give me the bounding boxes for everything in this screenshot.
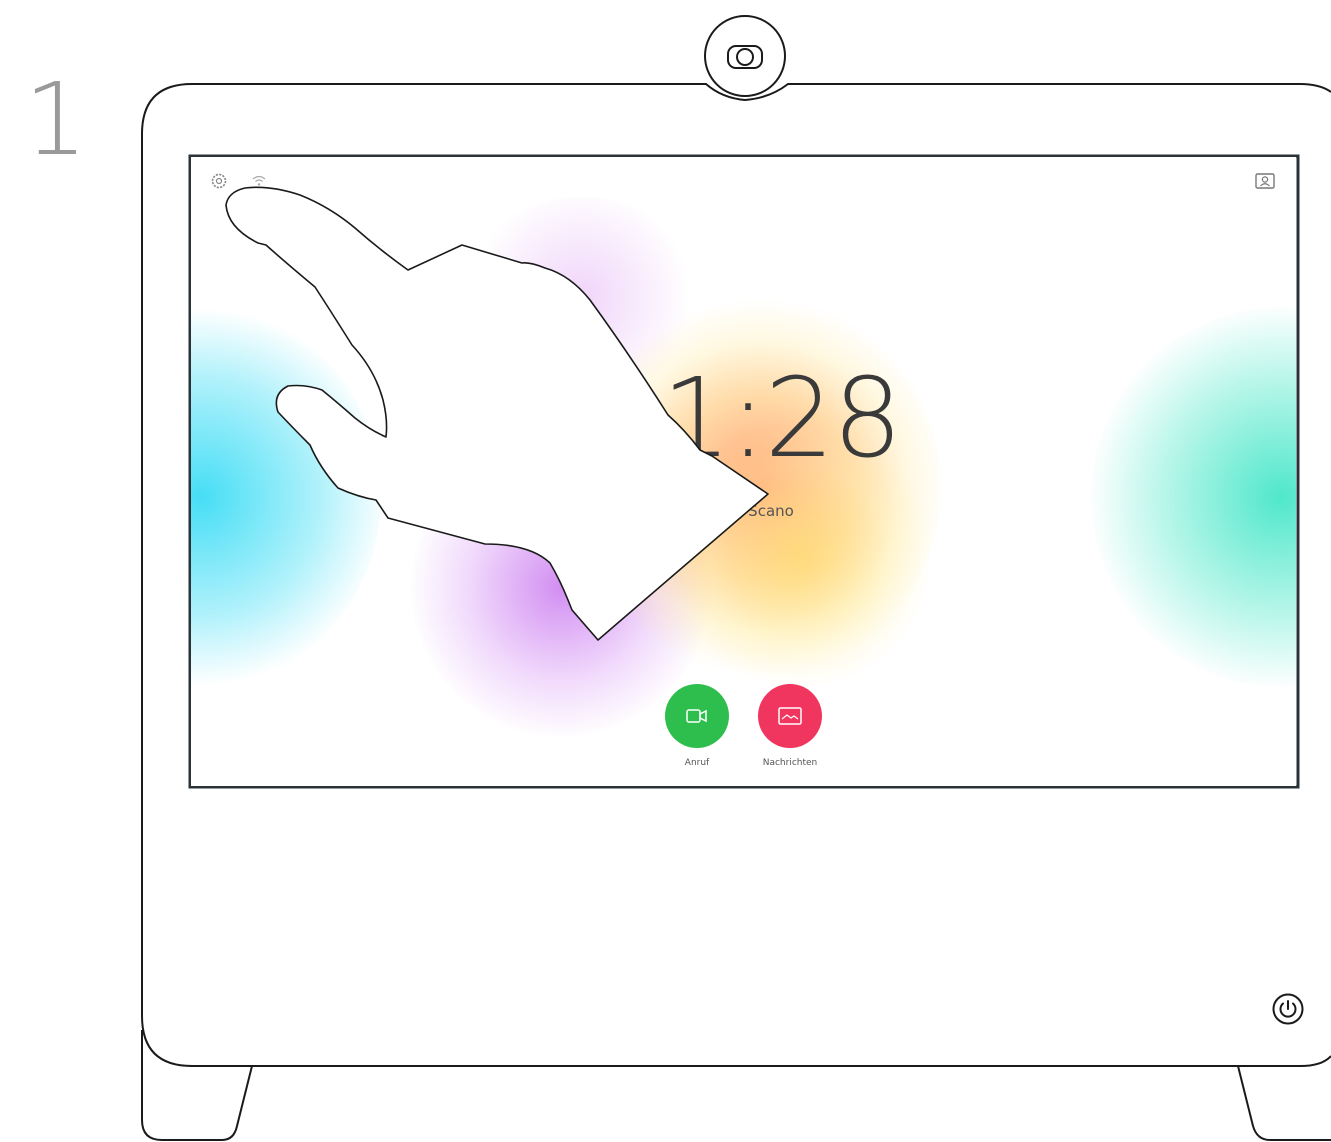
touch-screen[interactable]: 1:28 Scano Anruf Nachrichten	[191, 157, 1296, 786]
gear-icon[interactable]	[209, 171, 229, 191]
wifi-icon	[252, 175, 266, 186]
call-label: Anruf	[684, 758, 710, 768]
contacts-icon[interactable]	[1254, 171, 1276, 191]
messages-circle[interactable]	[758, 684, 822, 748]
right-stand-leg	[1237, 1065, 1331, 1141]
background-glow-teal	[1091, 307, 1296, 687]
call-button[interactable]: Anruf	[647, 684, 747, 768]
message-icon	[778, 707, 802, 725]
background-glow-cyan	[191, 307, 381, 687]
device-name: Scano	[748, 502, 794, 520]
camera-icon	[704, 15, 786, 97]
video-camera-icon	[686, 709, 707, 723]
messages-label: Nachrichten	[762, 758, 818, 768]
power-button[interactable]	[1272, 993, 1304, 1025]
call-circle[interactable]	[665, 684, 729, 748]
clock-time: 1:28	[661, 354, 902, 482]
messages-button[interactable]: Nachrichten	[740, 684, 840, 768]
